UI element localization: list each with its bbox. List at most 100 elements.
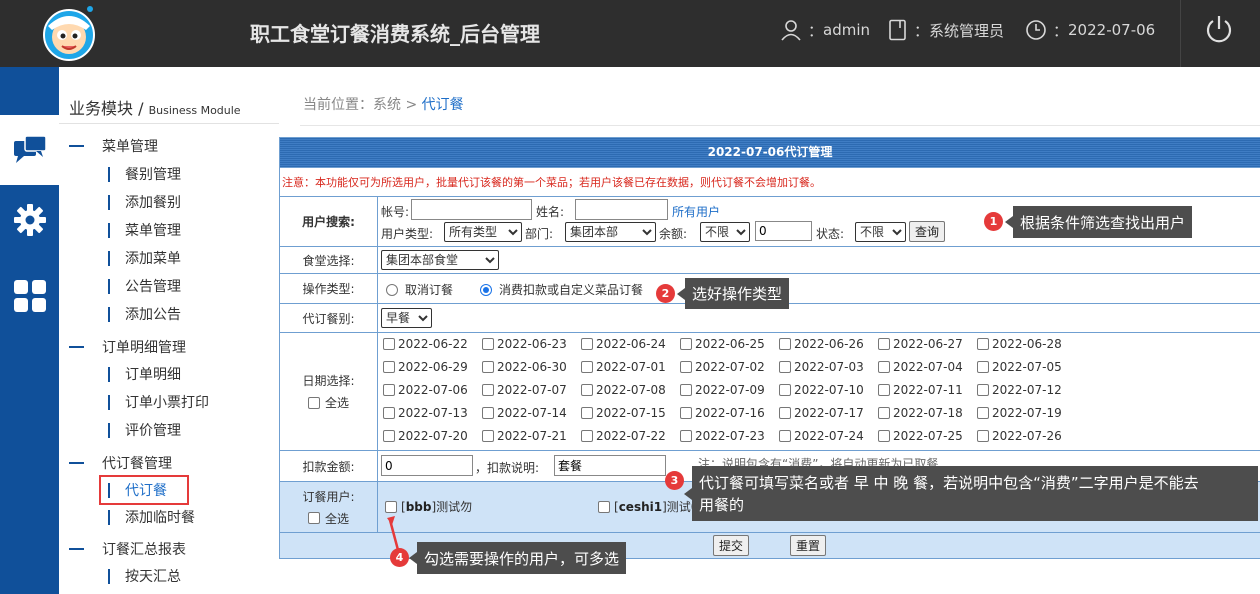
user-checkbox-1[interactable] — [598, 500, 610, 513]
account-input[interactable] — [411, 199, 532, 220]
date-option-7[interactable]: 2022-06-29 — [383, 360, 468, 374]
date-checkbox-15[interactable] — [482, 384, 494, 396]
sidebar-group-menu[interactable]: 菜单管理 — [69, 136, 158, 156]
sidebar-item-daily-summary[interactable]: 按天汇总 — [108, 566, 181, 586]
amount-input[interactable] — [381, 455, 473, 476]
date-option-3[interactable]: 2022-06-25 — [680, 337, 765, 351]
date-option-24[interactable]: 2022-07-16 — [680, 406, 765, 420]
date-checkbox-10[interactable] — [680, 361, 692, 373]
date-checkbox-32[interactable] — [779, 430, 791, 442]
date-option-10[interactable]: 2022-07-02 — [680, 360, 765, 374]
date-checkbox-3[interactable] — [680, 338, 692, 350]
date-checkbox-30[interactable] — [581, 430, 593, 442]
sidebar-item-order-detail[interactable]: 订单明细 — [108, 364, 181, 384]
date-checkbox-0[interactable] — [383, 338, 395, 350]
user-option-1[interactable]: [ceshi1] 测试0 — [598, 498, 698, 515]
users-select-all-checkbox[interactable] — [307, 512, 320, 524]
rail-apps-button[interactable] — [0, 261, 59, 331]
date-option-15[interactable]: 2022-07-07 — [482, 383, 567, 397]
date-option-31[interactable]: 2022-07-23 — [680, 429, 765, 443]
date-checkbox-1[interactable] — [482, 338, 494, 350]
sidebar-item-menu-manage[interactable]: 菜单管理 — [108, 220, 181, 240]
date-option-21[interactable]: 2022-07-13 — [383, 406, 468, 420]
date-option-18[interactable]: 2022-07-10 — [779, 383, 864, 397]
date-checkbox-31[interactable] — [680, 430, 692, 442]
sidebar-group-reports[interactable]: 订餐汇总报表 — [69, 539, 186, 559]
date-option-22[interactable]: 2022-07-14 — [482, 406, 567, 420]
date-checkbox-11[interactable] — [779, 361, 791, 373]
date-checkbox-23[interactable] — [581, 407, 593, 419]
date-option-2[interactable]: 2022-06-24 — [581, 337, 666, 351]
balance-input[interactable] — [755, 221, 812, 241]
date-option-19[interactable]: 2022-07-11 — [878, 383, 963, 397]
date-option-33[interactable]: 2022-07-25 — [878, 429, 963, 443]
date-option-11[interactable]: 2022-07-03 — [779, 360, 864, 374]
date-option-26[interactable]: 2022-07-18 — [878, 406, 963, 420]
date-option-34[interactable]: 2022-07-26 — [977, 429, 1062, 443]
date-checkbox-29[interactable] — [482, 430, 494, 442]
date-checkbox-14[interactable] — [383, 384, 395, 396]
date-option-20[interactable]: 2022-07-12 — [977, 383, 1062, 397]
date-checkbox-2[interactable] — [581, 338, 593, 350]
date-checkbox-8[interactable] — [482, 361, 494, 373]
sidebar-item-add-menu[interactable]: 添加菜单 — [108, 248, 181, 268]
sidebar-item-add-notice[interactable]: 添加公告 — [108, 304, 181, 324]
users-select-all[interactable]: 全选 — [307, 510, 349, 527]
date-option-25[interactable]: 2022-07-17 — [779, 406, 864, 420]
date-checkbox-16[interactable] — [581, 384, 593, 396]
date-option-23[interactable]: 2022-07-15 — [581, 406, 666, 420]
sidebar-item-receipt-print[interactable]: 订单小票打印 — [108, 392, 209, 412]
option-order[interactable]: 消费扣款或自定义菜品订餐 — [480, 281, 643, 298]
user-type-select[interactable]: 所有类型 — [444, 222, 522, 242]
date-option-30[interactable]: 2022-07-22 — [581, 429, 666, 443]
date-checkbox-17[interactable] — [680, 384, 692, 396]
canteen-select[interactable]: 集团本部食堂 — [381, 250, 499, 270]
date-checkbox-25[interactable] — [779, 407, 791, 419]
date-option-6[interactable]: 2022-06-28 — [977, 337, 1062, 351]
date-option-13[interactable]: 2022-07-05 — [977, 360, 1062, 374]
radio-cancel[interactable] — [386, 283, 398, 296]
radio-order[interactable] — [480, 283, 492, 296]
submit-button[interactable]: 提交 — [713, 535, 750, 556]
dept-select[interactable]: 集团本部 — [565, 222, 656, 242]
date-checkbox-21[interactable] — [383, 407, 395, 419]
sidebar-item-notice-manage[interactable]: 公告管理 — [108, 276, 181, 296]
date-option-14[interactable]: 2022-07-06 — [383, 383, 468, 397]
date-checkbox-28[interactable] — [383, 430, 395, 442]
date-checkbox-12[interactable] — [878, 361, 890, 373]
sidebar-item-meal-type-manage[interactable]: 餐别管理 — [108, 164, 181, 184]
power-icon[interactable] — [1204, 14, 1234, 46]
date-option-16[interactable]: 2022-07-08 — [581, 383, 666, 397]
query-button[interactable]: 查询 — [909, 221, 946, 242]
meal-select[interactable]: 早餐 — [381, 308, 432, 328]
all-users-link[interactable]: 所有用户 — [672, 203, 720, 220]
name-input[interactable] — [575, 199, 668, 220]
sidebar-group-orders[interactable]: 订单明细管理 — [69, 337, 186, 357]
status-select[interactable]: 不限 — [855, 222, 906, 242]
sidebar-item-review-manage[interactable]: 评价管理 — [108, 420, 181, 440]
date-checkbox-13[interactable] — [977, 361, 989, 373]
option-cancel[interactable]: 取消订餐 — [386, 281, 453, 298]
date-option-17[interactable]: 2022-07-09 — [680, 383, 765, 397]
date-checkbox-27[interactable] — [977, 407, 989, 419]
desc-input[interactable] — [554, 455, 666, 476]
balance-op-select[interactable]: 不限 — [700, 222, 750, 242]
reset-button[interactable]: 重置 — [790, 535, 827, 556]
rail-settings-button[interactable] — [0, 185, 59, 255]
date-option-28[interactable]: 2022-07-20 — [383, 429, 468, 443]
date-option-29[interactable]: 2022-07-21 — [482, 429, 567, 443]
date-checkbox-4[interactable] — [779, 338, 791, 350]
sidebar-item-add-meal-type[interactable]: 添加餐别 — [108, 192, 181, 212]
date-option-0[interactable]: 2022-06-22 — [383, 337, 468, 351]
sidebar-item-add-temp-meal[interactable]: 添加临时餐 — [108, 507, 195, 527]
date-option-4[interactable]: 2022-06-26 — [779, 337, 864, 351]
date-checkbox-6[interactable] — [977, 338, 989, 350]
user-option-0[interactable]: [ bbb] 测试勿 — [385, 498, 472, 515]
user-checkbox-0[interactable] — [385, 500, 397, 513]
date-checkbox-22[interactable] — [482, 407, 494, 419]
date-checkbox-34[interactable] — [977, 430, 989, 442]
date-checkbox-20[interactable] — [977, 384, 989, 396]
date-option-9[interactable]: 2022-07-01 — [581, 360, 666, 374]
rail-business-button[interactable] — [0, 115, 59, 185]
date-checkbox-5[interactable] — [878, 338, 890, 350]
